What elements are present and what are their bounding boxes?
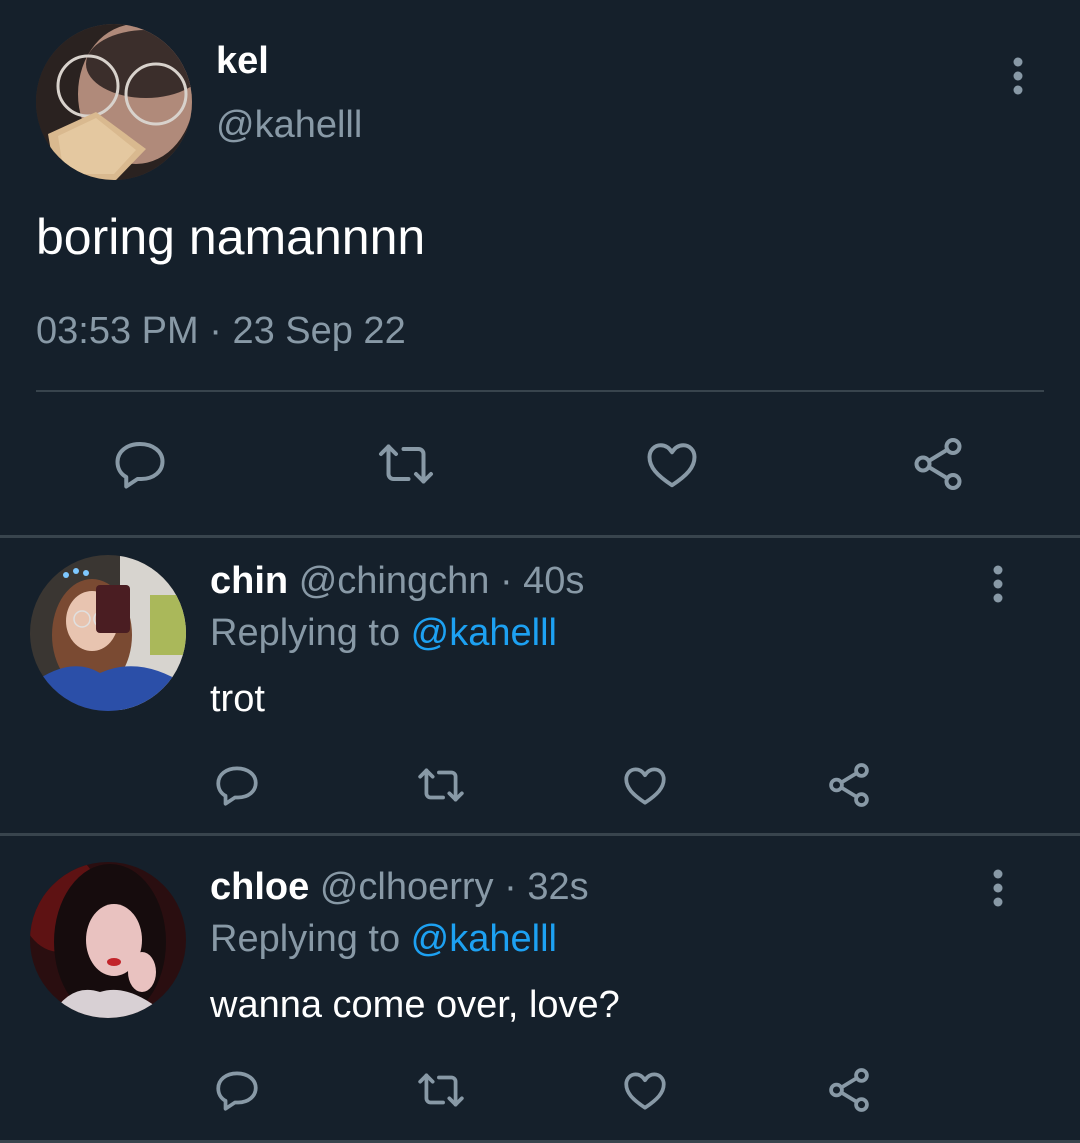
tweet-thread-screen: kel @kahelll boring namannnn 03:53 PM · … [0,0,1080,1143]
user-handle[interactable]: @chingchn [299,560,490,602]
share-icon[interactable] [908,434,968,494]
display-name[interactable]: chloe [210,866,309,908]
share-icon[interactable] [824,1065,874,1115]
reply-text: wanna come over, love? [210,984,620,1026]
tweet-timestamp: 03:53 PM · 23 Sep 22 [36,310,406,353]
retweet-icon[interactable] [416,760,466,810]
display-name[interactable]: chin [210,560,288,602]
reply-icon[interactable] [212,760,262,810]
like-icon[interactable] [620,1065,670,1115]
share-icon[interactable] [824,760,874,810]
tweet-date: 23 Sep 22 [232,310,406,352]
display-name[interactable]: kel [216,40,269,83]
main-tweet: kel @kahelll boring namannnn 03:53 PM · … [0,0,1080,537]
more-icon[interactable] [980,564,1016,604]
like-icon[interactable] [642,434,702,494]
divider [36,390,1044,392]
reply-tweet[interactable]: chin @chingchn · 40s Replying to @kahell… [0,538,1080,834]
mention-link[interactable]: @kahelll [411,612,557,654]
avatar[interactable] [30,862,186,1018]
like-icon[interactable] [620,760,670,810]
replying-to: Replying to @kahelll [210,918,557,961]
user-handle[interactable]: @kahelll [216,104,362,147]
reply-time: 40s [523,560,585,602]
retweet-icon[interactable] [376,434,436,494]
replying-to: Replying to @kahelll [210,612,557,655]
more-icon[interactable] [1000,56,1036,96]
reply-icon[interactable] [110,434,170,494]
more-icon[interactable] [980,868,1016,908]
replying-to-label: Replying to [210,612,411,654]
meta-separator: · [504,866,517,908]
user-handle[interactable]: @clhoerry [320,866,494,908]
meta-separator: · [209,310,222,352]
reply-icon[interactable] [212,1065,262,1115]
reply-header: chin @chingchn · 40s [210,560,584,603]
meta-separator: · [499,560,513,602]
avatar[interactable] [36,24,192,180]
reply-header: chloe @clhoerry · 32s [210,866,589,909]
retweet-icon[interactable] [416,1065,466,1115]
reply-time: 32s [527,866,589,908]
tweet-time: 03:53 PM [36,310,199,352]
reply-tweet[interactable]: chloe @clhoerry · 32s Replying to @kahel… [0,836,1080,1140]
reply-text: trot [210,678,265,720]
avatar[interactable] [30,555,186,711]
tweet-text: boring namannnn [36,209,426,265]
mention-link[interactable]: @kahelll [411,918,557,960]
replying-to-label: Replying to [210,918,411,960]
